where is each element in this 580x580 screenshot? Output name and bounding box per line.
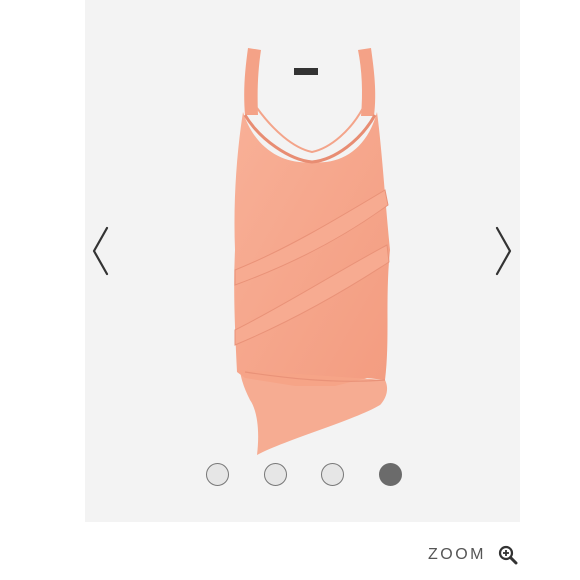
pagination-dot-3[interactable] [321, 462, 345, 486]
pagination-dot-2[interactable] [263, 462, 287, 486]
chevron-right-icon [495, 226, 512, 276]
zoom-in-icon [498, 545, 518, 565]
next-image-button[interactable] [490, 222, 518, 280]
product-image-area [85, 0, 520, 522]
image-pagination-dots [206, 460, 402, 488]
pagination-dot-4[interactable] [378, 462, 402, 486]
zoom-button[interactable]: ZOOM [428, 540, 518, 570]
zoom-label: ZOOM [428, 546, 486, 563]
pagination-dot-1[interactable] [206, 462, 229, 486]
chevron-left-icon [92, 226, 109, 276]
dress-image [234, 48, 390, 455]
previous-image-button[interactable] [86, 222, 114, 280]
